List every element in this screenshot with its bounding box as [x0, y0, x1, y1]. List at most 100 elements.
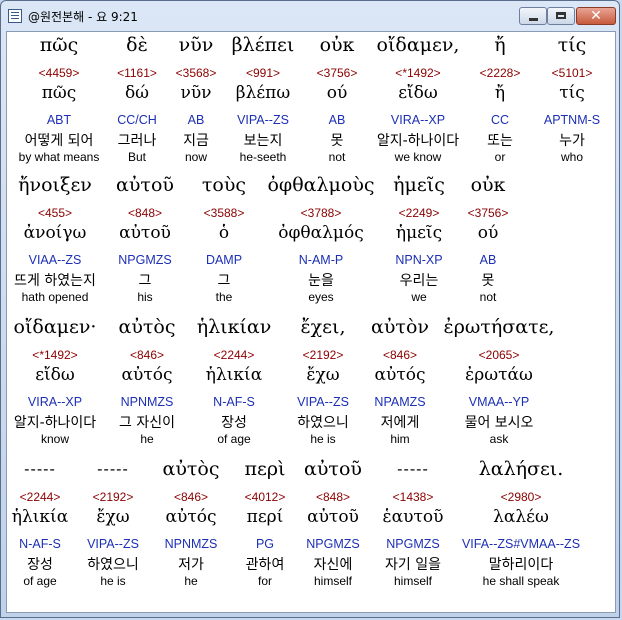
title-bar[interactable]: @원전본해 - 요 9:21 ✕	[1, 1, 621, 31]
lemma: ἤ	[494, 83, 506, 103]
strong-number[interactable]: <3788>	[301, 206, 342, 220]
strong-number[interactable]: <3756>	[317, 66, 358, 80]
strong-number[interactable]: <3568>	[176, 66, 217, 80]
korean-gloss: 물어 보시오	[464, 415, 534, 431]
korean-gloss: 못	[330, 133, 344, 149]
greek-word: αὐτοῦ	[304, 458, 362, 480]
greek-word: αὐτὸς	[162, 458, 220, 480]
strong-number[interactable]: <2228>	[480, 66, 521, 80]
english-gloss: not	[328, 150, 346, 164]
english-gloss: we	[411, 290, 427, 304]
morphology-code: ABT	[46, 113, 72, 127]
strong-number[interactable]: <2249>	[399, 206, 440, 220]
korean-gloss: 그러나	[117, 133, 157, 149]
english-gloss: who	[560, 150, 584, 164]
greek-word: περὶ	[244, 458, 286, 480]
english-gloss: him	[390, 432, 410, 446]
strong-number[interactable]: <5101>	[552, 66, 593, 80]
greek-word: -----	[97, 461, 129, 478]
close-button[interactable]: ✕	[576, 7, 616, 25]
strong-number[interactable]: <846>	[174, 490, 208, 504]
app-icon[interactable]	[8, 9, 22, 23]
greek-word: ἤ	[494, 34, 506, 56]
english-gloss: he	[184, 574, 198, 588]
morphology-code: DAMP	[205, 253, 243, 267]
strong-number[interactable]: <2192>	[93, 490, 134, 504]
morphology-code: CC/CH	[117, 113, 157, 127]
strong-number[interactable]: <4012>	[245, 490, 286, 504]
greek-word: δὲ	[126, 34, 148, 56]
lemma: ἔχω	[306, 365, 340, 385]
lemma: βλέπω	[235, 83, 291, 103]
korean-gloss: 그 자신이	[119, 415, 175, 431]
maximize-button[interactable]	[547, 7, 575, 25]
morphology-code: N-AM-P	[298, 253, 344, 267]
korean-gloss: 장성	[221, 415, 247, 431]
greek-word: οὐκ	[470, 174, 506, 196]
korean-gloss: 알지-하나이다	[376, 133, 460, 149]
strong-number[interactable]: <848>	[316, 490, 350, 504]
lemma: ἡμεῖς	[395, 223, 443, 243]
morphology-code: VIPA--ZS	[87, 537, 139, 551]
strong-number[interactable]: <455>	[38, 206, 72, 220]
strong-number[interactable]: <846>	[383, 348, 417, 362]
english-gloss: he	[140, 432, 154, 446]
korean-gloss: 자기 일을	[385, 557, 441, 573]
morphology-code: N-AF-S	[19, 537, 61, 551]
window-title: @원전본해 - 요 9:21	[28, 10, 138, 24]
greek-word: τοὺς	[201, 174, 247, 196]
strong-number[interactable]: <3588>	[204, 206, 245, 220]
greek-word: οἴδαμεν·	[13, 316, 97, 338]
korean-gloss: 보는지	[243, 133, 283, 149]
morphology-code: AB	[328, 113, 346, 127]
english-gloss: himself	[313, 574, 353, 588]
english-gloss: he-seeth	[239, 150, 287, 164]
strong-number[interactable]: <*1492>	[395, 66, 440, 80]
morphology-code: N-AF-S	[213, 395, 255, 409]
strong-number[interactable]: <2192>	[303, 348, 344, 362]
lemma: περί	[246, 507, 284, 527]
strong-number[interactable]: <2065>	[479, 348, 520, 362]
greek-word: -----	[24, 461, 56, 478]
greek-word: βλέπει	[231, 34, 295, 56]
strong-number[interactable]: <*1492>	[32, 348, 77, 362]
english-gloss: the	[215, 290, 233, 304]
strong-number[interactable]: <1161>	[117, 66, 157, 80]
lemma: αὐτοῦ	[307, 507, 359, 527]
greek-word: λαλήσει.	[478, 458, 564, 480]
greek-word: τίς	[557, 34, 587, 56]
greek-word: οὐκ	[319, 34, 355, 56]
morphology-code: NPGMZS	[118, 253, 172, 267]
lemma: ἡλικία	[205, 365, 263, 385]
greek-word: ἡλικίαν	[196, 316, 272, 338]
greek-word: ἔχει,	[300, 316, 346, 338]
strong-number[interactable]: <4459>	[39, 66, 80, 80]
strong-number[interactable]: <991>	[246, 66, 280, 80]
morphology-code: CC	[490, 113, 510, 127]
strong-number[interactable]: <2980>	[501, 490, 542, 504]
english-gloss: know	[40, 432, 70, 446]
korean-gloss: 관하여	[245, 557, 285, 573]
korean-gloss: 그	[138, 273, 152, 289]
english-gloss: now	[184, 150, 208, 164]
strong-number[interactable]: <846>	[130, 348, 164, 362]
korean-gloss: 저에게	[380, 415, 420, 431]
morphology-code: VIRA--XP	[27, 395, 83, 409]
strong-number[interactable]: <2244>	[20, 490, 61, 504]
interlinear-view[interactable]: πῶς <4459> πῶς ABT 어떻게 되어 by what means δὲ <116…	[6, 31, 616, 613]
morphology-code: VIPA--ZS	[237, 113, 289, 127]
lemma: ἔχω	[96, 507, 130, 527]
korean-gloss: 또는	[487, 133, 513, 149]
strong-number[interactable]: <1438>	[393, 490, 434, 504]
lemma: αὐτός	[374, 365, 426, 385]
lemma: δώ	[124, 83, 150, 103]
strong-number[interactable]: <2244>	[214, 348, 255, 362]
english-gloss: for	[257, 574, 273, 588]
minimize-button[interactable]	[519, 7, 547, 25]
english-gloss: hath opened	[21, 290, 89, 304]
korean-gloss: 누가	[559, 133, 585, 149]
english-gloss: he is	[310, 432, 336, 446]
strong-number[interactable]: <3756>	[468, 206, 509, 220]
maximize-icon	[556, 12, 566, 19]
strong-number[interactable]: <848>	[128, 206, 162, 220]
